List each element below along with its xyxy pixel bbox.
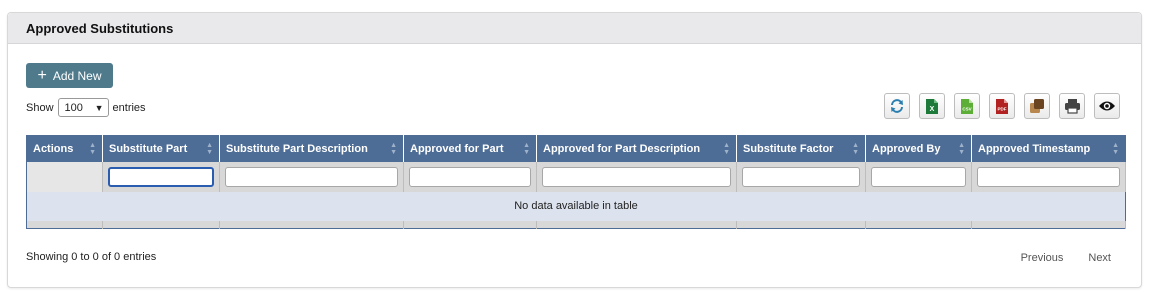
column-header-approved-by[interactable]: Approved By ▲ ▼ (865, 135, 972, 162)
filter-row (26, 161, 1126, 192)
sort-icon: ▲ ▼ (390, 142, 397, 156)
pdf-icon: PDF (996, 98, 1008, 114)
sort-icon: ▲ ▼ (1112, 142, 1119, 156)
add-new-label: Add New (52, 68, 102, 83)
column-header-approved-for-part[interactable]: Approved for Part ▲ ▼ (403, 135, 537, 162)
sort-icon: ▲ ▼ (89, 142, 96, 156)
print-icon (1064, 99, 1080, 114)
column-header-label: Approved By (872, 142, 941, 155)
sort-icon: ▲ ▼ (958, 142, 965, 156)
plus-icon: + (37, 66, 47, 84)
refresh-icon (891, 99, 903, 113)
excel-export-button[interactable]: X (919, 93, 945, 119)
column-header-substitute-part-description[interactable]: Substitute Part Description ▲ ▼ (219, 135, 404, 162)
approved-for-part-filter-input[interactable] (409, 166, 531, 187)
csv-export-button[interactable]: CSV (954, 93, 980, 119)
filter-cell (971, 161, 1126, 192)
column-header-label: Approved Timestamp (978, 142, 1091, 155)
add-new-button[interactable]: + Add New (26, 63, 113, 88)
approved-by-filter-input[interactable] (871, 166, 966, 187)
next-page-button[interactable]: Next (1088, 252, 1111, 264)
excel-icon: X (926, 98, 938, 114)
footer-cell (26, 220, 103, 228)
substitute-part-filter-input[interactable] (108, 166, 214, 187)
filter-cell-actions (26, 161, 103, 192)
filter-cell (219, 161, 404, 192)
filter-cell (102, 161, 220, 192)
panel-title: Approved Substitutions (8, 13, 1141, 44)
pagination: Previous Next (1021, 252, 1111, 264)
column-header-label: Approved for Part (410, 142, 504, 155)
copy-icon (1030, 99, 1044, 113)
footer-cell (736, 220, 866, 228)
pdf-export-button[interactable]: PDF (989, 93, 1015, 119)
csv-icon: CSV (961, 98, 973, 114)
sort-icon: ▲ ▼ (852, 142, 859, 156)
footer-cell (102, 220, 220, 228)
column-header-approved-timestamp[interactable]: Approved Timestamp ▲ ▼ (971, 135, 1126, 162)
approved-timestamp-filter-input[interactable] (977, 166, 1120, 187)
print-button[interactable] (1059, 93, 1085, 119)
chevron-down-icon: ▼ (94, 102, 104, 113)
svg-text:PDF: PDF (998, 106, 1007, 111)
export-toolbar: X CSV PDF (884, 93, 1120, 119)
empty-table-row: No data available in table (26, 191, 1126, 221)
column-header-label: Actions (33, 142, 74, 155)
footer-cell (865, 220, 972, 228)
copy-button[interactable] (1024, 93, 1050, 119)
approved-for-part-description-filter-input[interactable] (542, 166, 731, 187)
entries-select[interactable]: 100 ▼ (57, 98, 109, 117)
footer-cell (536, 220, 737, 228)
sort-icon: ▲ ▼ (523, 142, 530, 156)
substitute-part-description-filter-input[interactable] (225, 166, 398, 187)
footer-cell (219, 220, 404, 228)
column-header-substitute-factor[interactable]: Substitute Factor ▲ ▼ (736, 135, 866, 162)
footer-cell (971, 220, 1126, 228)
substitute-factor-filter-input[interactable] (742, 166, 860, 187)
column-header-actions[interactable]: Actions ▲ ▼ (26, 135, 103, 162)
show-label: Show (26, 101, 54, 114)
refresh-button[interactable] (884, 93, 910, 119)
filter-cell (536, 161, 737, 192)
filter-cell (865, 161, 972, 192)
svg-text:CSV: CSV (962, 106, 971, 111)
previous-page-button[interactable]: Previous (1021, 252, 1064, 264)
column-header-substitute-part[interactable]: Substitute Part ▲ ▼ (102, 135, 220, 162)
filter-cell (736, 161, 866, 192)
empty-table-message: No data available in table (26, 191, 1126, 221)
page-length-control: Show 100 ▼ entries (26, 98, 146, 117)
sort-icon: ▲ ▼ (206, 142, 213, 156)
svg-text:X: X (930, 106, 935, 113)
header-row: Actions ▲ ▼ Substitute Part ▲ ▼ Substitute P… (26, 135, 1126, 162)
entries-label: entries (112, 101, 146, 114)
filter-cell (403, 161, 537, 192)
footer-cell (403, 220, 537, 228)
column-header-approved-for-part-description[interactable]: Approved for Part Description ▲ ▼ (536, 135, 737, 162)
sort-icon: ▲ ▼ (723, 142, 730, 156)
column-header-label: Substitute Part (109, 142, 188, 155)
table-info: Showing 0 to 0 of 0 entries (26, 251, 157, 263)
column-visibility-button[interactable] (1094, 93, 1120, 119)
column-header-label: Substitute Part Description (226, 142, 368, 155)
column-header-label: Approved for Part Description (543, 142, 701, 155)
table-footer-row (26, 220, 1126, 228)
entries-select-value: 100 (64, 101, 83, 114)
approved-substitutions-panel: Approved Substitutions + Add New Show 10… (7, 12, 1142, 288)
eye-icon (1099, 101, 1115, 111)
column-header-label: Substitute Factor (743, 142, 834, 155)
substitutions-table: Actions ▲ ▼ Substitute Part ▲ ▼ Substitute P… (26, 135, 1126, 229)
